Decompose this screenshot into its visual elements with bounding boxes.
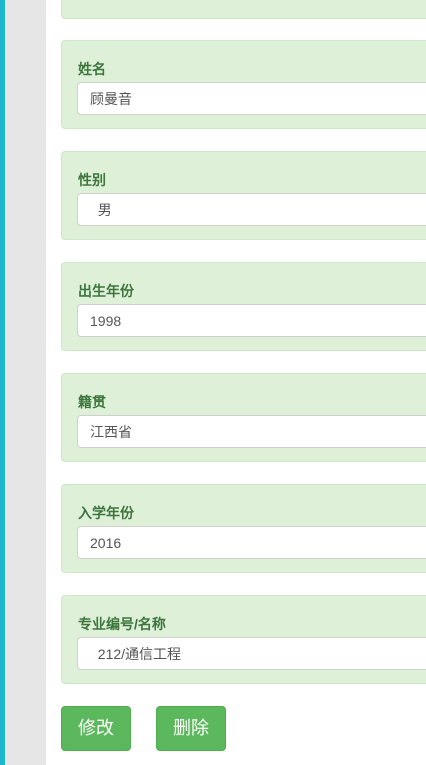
major-input[interactable] (77, 637, 426, 670)
gender-input[interactable] (77, 193, 426, 226)
name-label: 姓名 (78, 61, 106, 77)
form-group-native-place: 籍贯 (61, 373, 426, 462)
sidebar-gutter (5, 0, 46, 765)
name-input[interactable] (77, 82, 426, 115)
form-group-major: 专业编号/名称 (61, 595, 426, 684)
delete-button[interactable]: 删除 (156, 706, 226, 751)
form-group-enrollment-year: 入学年份 (61, 484, 426, 573)
form-panel: 姓名 性别 出生年份 籍贯 入学年份 专业编号/名称 修改 删除 (46, 0, 426, 765)
form-group-birth-year: 出生年份 (61, 262, 426, 351)
gender-label: 性别 (78, 172, 106, 188)
native-place-input[interactable] (77, 415, 426, 448)
student-edit-page: 姓名 性别 出生年份 籍贯 入学年份 专业编号/名称 修改 删除 (0, 0, 426, 765)
enrollment-year-input[interactable] (77, 526, 426, 559)
native-place-label: 籍贯 (78, 394, 106, 410)
major-label: 专业编号/名称 (78, 616, 166, 632)
enrollment-year-label: 入学年份 (78, 505, 134, 521)
form-group-partial (61, 0, 426, 19)
modify-button[interactable]: 修改 (61, 706, 131, 751)
birth-year-label: 出生年份 (78, 283, 134, 299)
birth-year-input[interactable] (77, 304, 426, 337)
form-group-gender: 性别 (61, 151, 426, 240)
form-group-name: 姓名 (61, 40, 426, 129)
